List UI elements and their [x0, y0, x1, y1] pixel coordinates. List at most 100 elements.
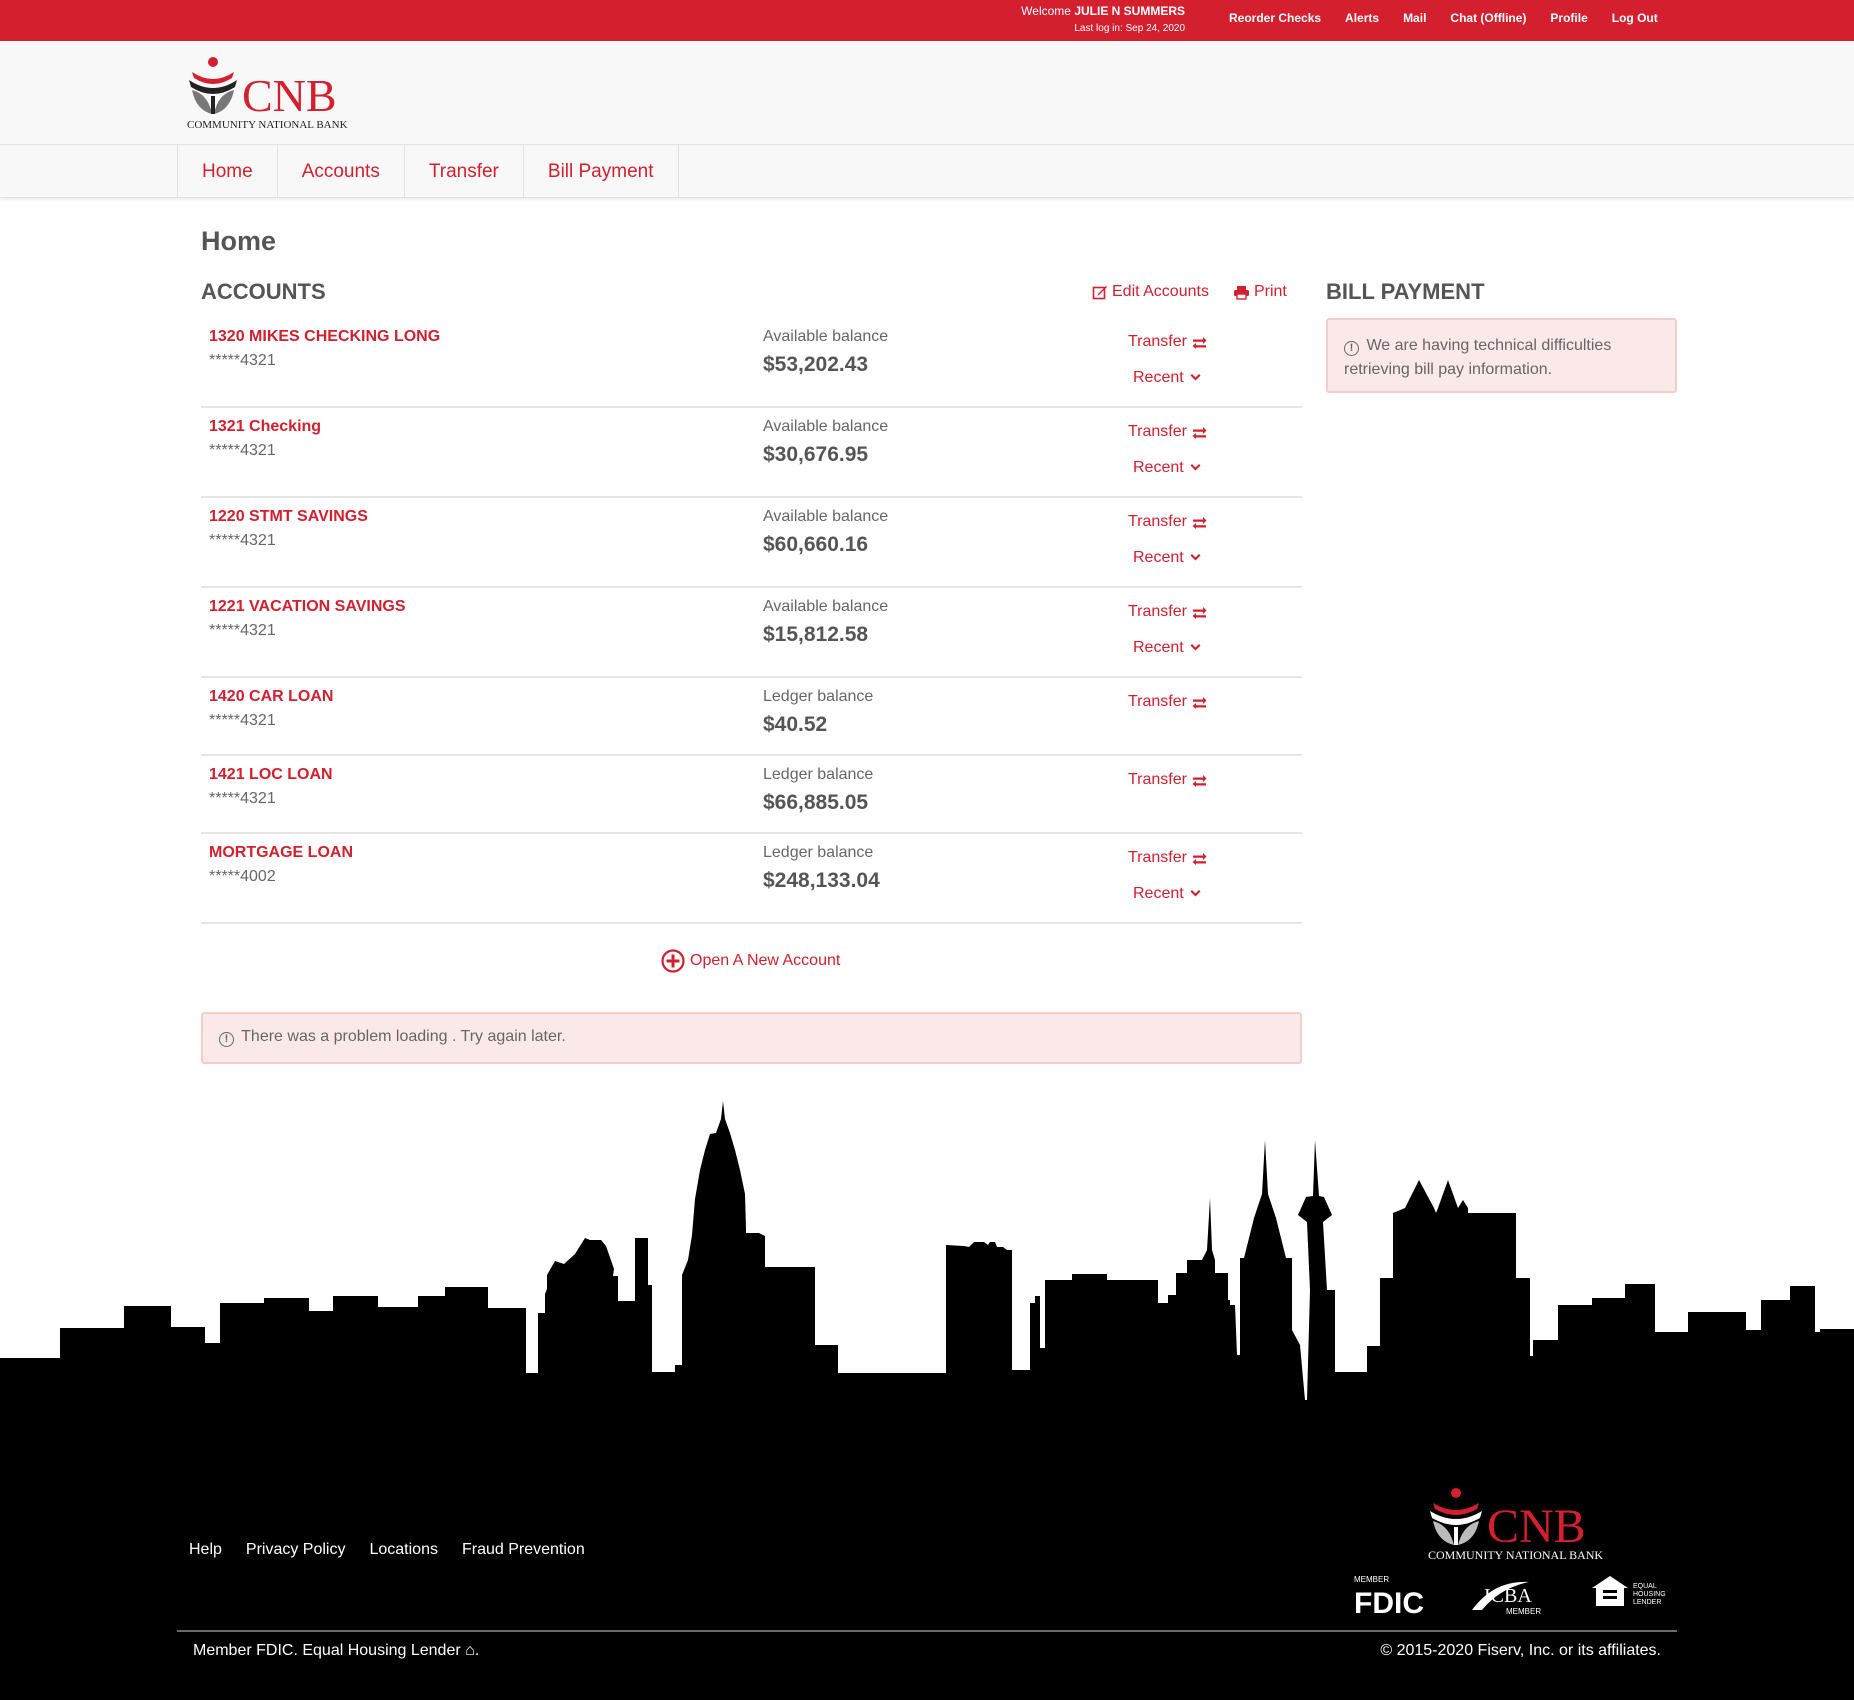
period: .: [474, 1642, 480, 1659]
edit-accounts-label: Edit Accounts: [1112, 283, 1209, 300]
nav-item-bill-payment[interactable]: Bill Payment: [524, 145, 679, 198]
chevron-down-icon: [1190, 464, 1201, 471]
transfer-button[interactable]: Transfer: [1128, 333, 1207, 351]
welcome-prefix: Welcome: [1021, 4, 1071, 18]
transfer-label: Transfer: [1128, 603, 1187, 620]
footer-fraud-link[interactable]: Fraud Prevention: [462, 1541, 585, 1559]
account-row: 1221 VACATION SAVINGS *****4321 Available …: [201, 588, 1302, 678]
transfer-button[interactable]: Transfer: [1128, 513, 1207, 531]
bill-payment-error-alert: ! We are having technical difficulties r…: [1326, 318, 1677, 393]
transfer-button[interactable]: Transfer: [1128, 603, 1207, 621]
svg-text:ICBA: ICBA: [1484, 1585, 1532, 1607]
balance-label: Available balance: [763, 418, 889, 435]
nav-bill-payment-link[interactable]: Bill Payment: [548, 161, 654, 183]
recent-transactions-toggle[interactable]: Recent: [1133, 369, 1201, 387]
footer-privacy-link[interactable]: Privacy Policy: [246, 1541, 346, 1559]
balance-amount: $40.52: [763, 713, 828, 736]
site-header: CNB COMMUNITY NATIONAL BANK: [0, 41, 1854, 145]
cnb-logo[interactable]: CNB COMMUNITY NATIONAL BANK: [186, 56, 356, 131]
logo-wordmark: CNB: [242, 70, 337, 121]
edit-icon: [1092, 286, 1107, 300]
bill-payment-heading: BILL PAYMENT: [1326, 279, 1485, 304]
account-row: MORTGAGE LOAN *****4002 Ledger balance $248…: [201, 834, 1302, 924]
recent-transactions-toggle[interactable]: Recent: [1133, 639, 1201, 657]
main-nav: Home Accounts Transfer Bill Payment: [0, 145, 1854, 198]
transfer-arrows-icon: [1192, 516, 1207, 529]
transfer-button[interactable]: Transfer: [1128, 693, 1207, 711]
nav-item-transfer[interactable]: Transfer: [405, 145, 524, 198]
chat-link[interactable]: Chat (Offline): [1450, 11, 1526, 25]
account-name-link[interactable]: 1220 STMT SAVINGS: [209, 508, 368, 526]
logo-tagline: COMMUNITY NATIONAL BANK: [187, 119, 348, 131]
balance-label: Available balance: [763, 328, 889, 345]
last-login: Last log in: Sep 24, 2020: [1074, 23, 1185, 34]
chevron-down-icon: [1190, 644, 1201, 651]
balance-label: Ledger balance: [763, 688, 874, 705]
balance-amount: $53,202.43: [763, 353, 869, 376]
nav-transfer-link[interactable]: Transfer: [429, 161, 499, 183]
account-name-link[interactable]: MORTGAGE LOAN: [209, 844, 353, 862]
open-new-account-label: Open A New Account: [690, 952, 841, 969]
print-label: Print: [1253, 283, 1287, 300]
recent-transactions-toggle[interactable]: Recent: [1133, 885, 1201, 903]
nav-item-home[interactable]: Home: [178, 145, 278, 198]
logout-link[interactable]: Log Out: [1612, 11, 1658, 25]
top-utility-bar: Welcome JULIE N SUMMERS Last log in: Sep…: [0, 0, 1854, 41]
transfer-arrows-icon: [1192, 336, 1207, 349]
transfer-button[interactable]: Transfer: [1128, 423, 1207, 441]
nav-home-link[interactable]: Home: [202, 161, 253, 183]
reorder-checks-link[interactable]: Reorder Checks: [1229, 11, 1321, 25]
recent-transactions-toggle[interactable]: Recent: [1133, 549, 1201, 567]
account-name-link[interactable]: 1320 MIKES CHECKING LONG: [209, 328, 440, 346]
welcome-block: Welcome JULIE N SUMMERS Last log in: Sep…: [1021, 3, 1185, 37]
account-row: 1220 STMT SAVINGS *****4321 Available bala…: [201, 498, 1302, 588]
open-new-account-button[interactable]: Open A New Account: [661, 949, 840, 973]
edit-accounts-button[interactable]: Edit Accounts: [1092, 283, 1209, 301]
profile-link[interactable]: Profile: [1550, 11, 1587, 25]
mail-link[interactable]: Mail: [1403, 11, 1426, 25]
account-number-masked: *****4002: [209, 868, 276, 885]
alerts-link[interactable]: Alerts: [1345, 11, 1379, 25]
accounts-list: 1320 MIKES CHECKING LONG *****4321 Availab…: [201, 318, 1302, 924]
info-icon: !: [219, 1032, 234, 1047]
footer-badges: MEMBER FDIC ICBA MEMBER EQUAL HOUSING LE…: [1354, 1575, 1666, 1616]
transfer-button[interactable]: Transfer: [1128, 771, 1207, 789]
load-error-text: There was a problem loading . Try again …: [241, 1028, 566, 1045]
transfer-button[interactable]: Transfer: [1128, 849, 1207, 867]
footer-logo-wordmark: CNB: [1487, 1500, 1586, 1553]
footer-locations-link[interactable]: Locations: [369, 1541, 438, 1559]
recent-label: Recent: [1133, 369, 1184, 386]
user-name: JULIE N SUMMERS: [1074, 4, 1185, 18]
transfer-label: Transfer: [1128, 333, 1187, 350]
transfer-label: Transfer: [1128, 849, 1187, 866]
transfer-label: Transfer: [1128, 771, 1187, 788]
account-row: 1320 MIKES CHECKING LONG *****4321 Availab…: [201, 318, 1302, 408]
balance-label: Available balance: [763, 508, 889, 525]
account-name-link[interactable]: 1421 LOC LOAN: [209, 766, 333, 784]
info-icon: !: [1344, 341, 1359, 356]
chevron-down-icon: [1190, 374, 1201, 381]
chevron-down-icon: [1190, 554, 1201, 561]
recent-transactions-toggle[interactable]: Recent: [1133, 459, 1201, 477]
account-name-link[interactable]: 1321 Checking: [209, 418, 321, 436]
print-button[interactable]: Print: [1233, 283, 1287, 301]
transfer-label: Transfer: [1128, 693, 1187, 710]
account-number-masked: *****4321: [209, 442, 276, 459]
nav-item-accounts[interactable]: Accounts: [278, 145, 405, 198]
footer-divider: [177, 1630, 1677, 1632]
footer-logo-tagline: COMMUNITY NATIONAL BANK: [1428, 1548, 1603, 1561]
recent-label: Recent: [1133, 459, 1184, 476]
transfer-arrows-icon: [1192, 774, 1207, 787]
account-name-link[interactable]: 1420 CAR LOAN: [209, 688, 333, 706]
equal-housing-badge: EQUAL HOUSING LENDER: [1592, 1576, 1666, 1606]
footer-help-link[interactable]: Help: [189, 1541, 222, 1559]
account-name-link[interactable]: 1221 VACATION SAVINGS: [209, 598, 406, 616]
recent-label: Recent: [1133, 639, 1184, 656]
balance-label: Available balance: [763, 598, 889, 615]
fdic-badge: MEMBER FDIC: [1354, 1575, 1424, 1616]
accounts-load-error-alert: ! There was a problem loading . Try agai…: [201, 1012, 1302, 1064]
accounts-toolbar: Edit Accounts Print: [1092, 283, 1287, 301]
nav-accounts-link[interactable]: Accounts: [302, 161, 380, 183]
bill-payment-error-text: We are having technical difficulties ret…: [1344, 337, 1612, 378]
account-number-masked: *****4321: [209, 532, 276, 549]
